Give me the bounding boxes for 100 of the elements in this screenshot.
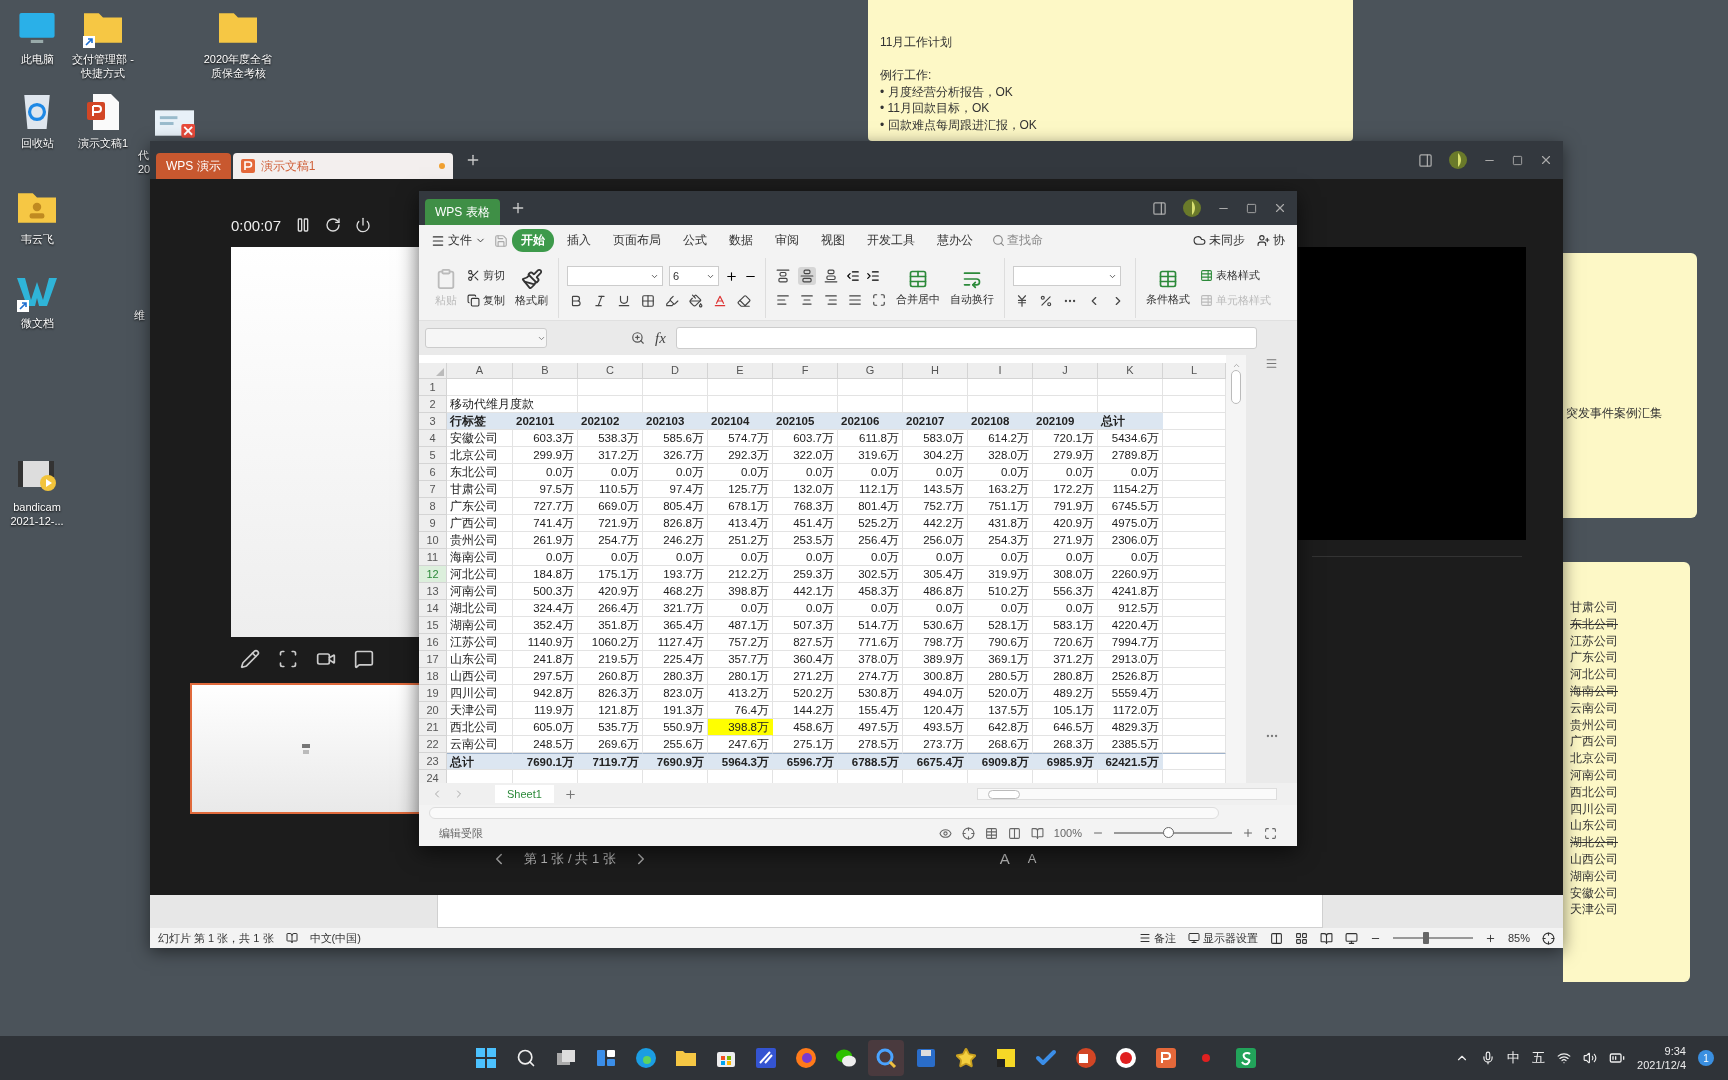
font-size-button[interactable]: A [1023, 850, 1041, 867]
row-number[interactable]: 11 [419, 549, 447, 566]
formula-field[interactable] [675, 327, 1257, 349]
close-icon[interactable] [1539, 153, 1553, 167]
sheet-tab[interactable]: Sheet1 [495, 785, 554, 803]
desktop-icon-label[interactable]: 2020年度全省质保金考核 [201, 52, 275, 80]
maximize-icon[interactable] [1512, 154, 1523, 166]
row-number[interactable]: 4 [419, 430, 447, 447]
font-color-icon[interactable] [713, 294, 727, 308]
zoom-in-icon[interactable] [1484, 932, 1496, 944]
column-header[interactable]: E [708, 363, 773, 379]
desktop-icon-label[interactable]: 此电脑 [20, 52, 54, 66]
panel-menu-icon[interactable] [1265, 357, 1278, 370]
row-number[interactable]: 16 [419, 634, 447, 651]
bold-icon[interactable] [569, 294, 583, 308]
row-number[interactable]: 22 [419, 736, 447, 753]
desktop-icon-label[interactable]: 微文档 [20, 316, 54, 330]
fit-icon[interactable] [1542, 931, 1555, 945]
sorter-view-icon[interactable] [1294, 931, 1308, 945]
fullscreen-icon[interactable] [1264, 826, 1277, 840]
menu-tab[interactable]: 页面布局 [604, 229, 670, 252]
collaborate-button[interactable]: 协 [1253, 229, 1289, 252]
row-number[interactable]: 13 [419, 583, 447, 600]
comment-icon[interactable] [354, 649, 374, 669]
screenshot-icon[interactable] [278, 649, 298, 669]
font-size-dropdown[interactable]: 6 [669, 266, 719, 286]
align-right-icon[interactable] [824, 293, 838, 307]
row-number[interactable]: 18 [419, 668, 447, 685]
spellcheck-icon[interactable] [285, 932, 298, 944]
panel-icon[interactable] [1418, 152, 1433, 168]
reset-icon[interactable] [325, 217, 342, 233]
grow-font-icon[interactable] [725, 269, 738, 283]
zoom-percent[interactable]: 85% [1507, 932, 1530, 944]
desktop-icon-label[interactable]: 韦云飞 [20, 232, 54, 246]
italic-icon[interactable] [593, 294, 607, 308]
percent-icon[interactable] [1039, 294, 1053, 308]
battery-icon[interactable] [1609, 1050, 1626, 1066]
row-number[interactable]: 6 [419, 464, 447, 481]
menu-tab[interactable]: 公式 [674, 229, 716, 252]
scroll-thumb[interactable] [1231, 370, 1241, 404]
pen-icon[interactable] [240, 649, 260, 669]
scroll-track[interactable] [429, 806, 1219, 819]
maximize-icon[interactable] [1246, 202, 1257, 214]
normal-view-icon[interactable] [1269, 931, 1283, 945]
panel-icon[interactable] [1152, 200, 1167, 216]
zoom-thumb[interactable] [1422, 932, 1429, 944]
normal-view-icon[interactable] [984, 826, 998, 840]
border-icon[interactable] [641, 294, 655, 308]
desktop-icon-label[interactable]: 维 [134, 308, 145, 322]
fx-label[interactable]: fx [655, 329, 666, 347]
indent-decrease-icon[interactable] [846, 269, 860, 283]
eraser-icon[interactable] [737, 294, 751, 308]
cut-button[interactable]: 剪切 [465, 266, 507, 285]
wrap-text-button[interactable]: 自动换行 [948, 267, 996, 309]
desktop-icon-label[interactable]: 演示文稿1 [77, 136, 129, 150]
clock-date[interactable]: 2021/12/4 [1637, 1058, 1686, 1072]
notes-field[interactable] [437, 895, 1323, 928]
file-menu[interactable]: 文件 [427, 229, 490, 252]
notes-button[interactable]: 备注 [1138, 930, 1176, 946]
display-settings-button[interactable]: 显示器设置 [1187, 930, 1258, 946]
close-icon[interactable] [1273, 201, 1287, 215]
row-number[interactable]: 1 [419, 379, 447, 396]
menu-tab[interactable]: 慧办公 [928, 229, 982, 252]
zoom-percent[interactable]: 100% [1053, 827, 1082, 839]
horizontal-scrollbar[interactable] [977, 788, 1277, 800]
power-icon[interactable] [355, 217, 372, 233]
reading-view-icon[interactable] [1319, 931, 1333, 945]
vertical-align-button[interactable] [822, 267, 840, 285]
column-header[interactable]: K [1098, 363, 1163, 379]
row-number[interactable]: 20 [419, 702, 447, 719]
wifi-icon[interactable] [1557, 1051, 1572, 1065]
crosshair-icon[interactable] [961, 826, 975, 840]
input-method[interactable]: 中 [1507, 1049, 1521, 1067]
column-header[interactable]: H [903, 363, 968, 379]
avatar-icon[interactable] [1183, 199, 1201, 217]
page-view-icon[interactable] [1007, 826, 1021, 840]
align-center-icon[interactable] [800, 293, 814, 307]
menu-tab[interactable]: 审阅 [766, 229, 808, 252]
table-style-button[interactable]: 表格样式 [1198, 266, 1273, 285]
font-size-button[interactable]: A [995, 850, 1014, 867]
column-header[interactable]: D [643, 363, 708, 379]
zoom-icon[interactable] [631, 331, 645, 345]
highlighter-icon[interactable] [665, 294, 679, 308]
underline-icon[interactable] [617, 294, 631, 308]
row-number[interactable]: 10 [419, 532, 447, 549]
scroll-thumb[interactable] [988, 789, 1020, 799]
column-header[interactable]: F [773, 363, 838, 379]
row-number[interactable]: 5 [419, 447, 447, 464]
column-header[interactable]: C [578, 363, 643, 379]
zoom-thumb[interactable] [1163, 827, 1175, 838]
slide-thumbnail[interactable] [190, 683, 419, 814]
volume-icon[interactable] [1583, 1051, 1598, 1065]
row-number[interactable]: 17 [419, 651, 447, 668]
desktop-icon-label[interactable]: bandicam 2021-12-... [0, 500, 74, 528]
menu-tab[interactable]: 数据 [720, 229, 762, 252]
menu-tab[interactable]: 开发工具 [858, 229, 924, 252]
row-number[interactable]: 9 [419, 515, 447, 532]
column-header[interactable]: J [1033, 363, 1098, 379]
merge-center-button[interactable]: 合并居中 [894, 267, 942, 309]
menu-tab[interactable]: 视图 [812, 229, 854, 252]
